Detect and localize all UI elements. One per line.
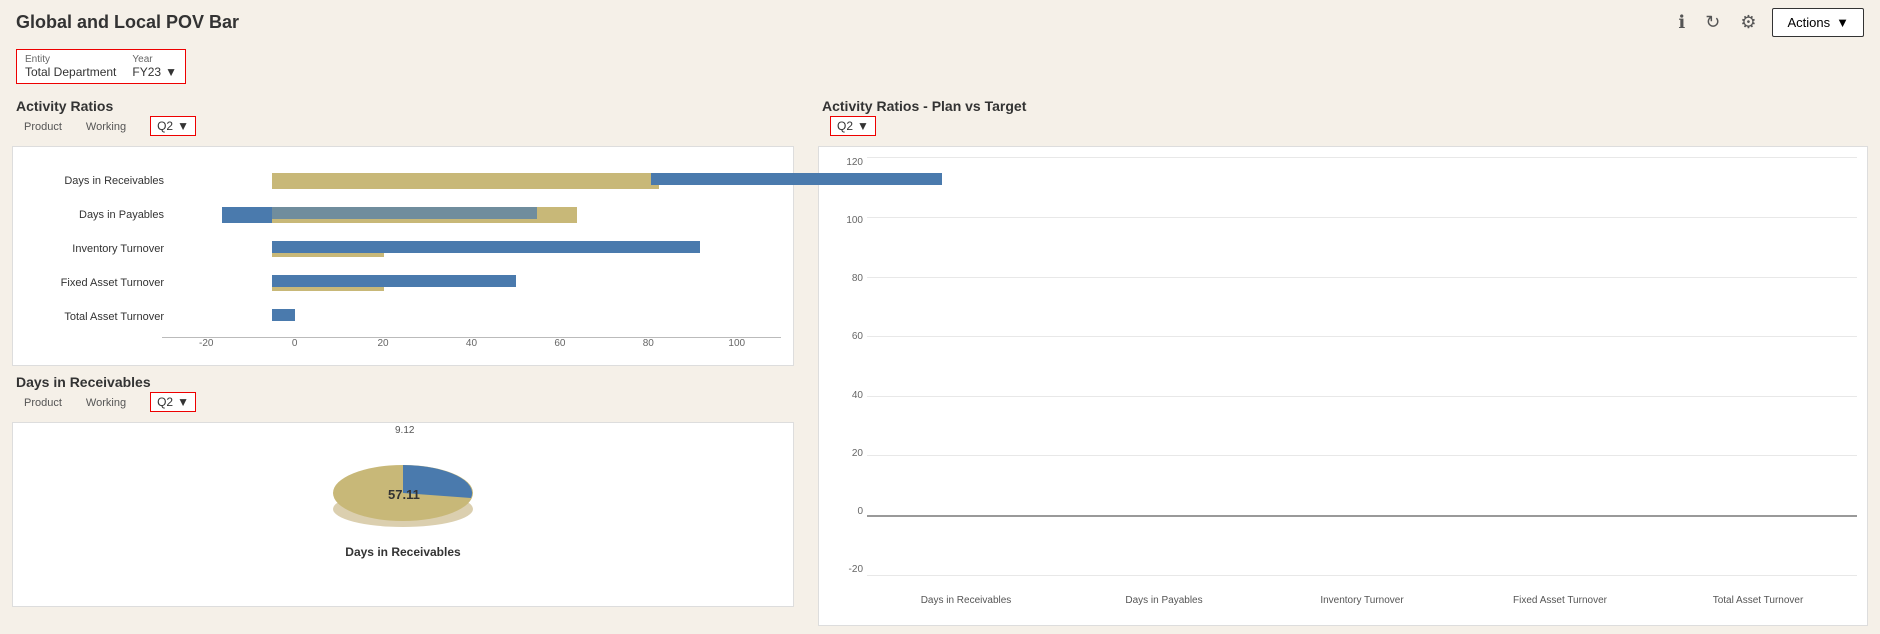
svg-text:57.11: 57.11 — [388, 487, 420, 502]
row-bar-fixed-asset-turnover — [170, 273, 781, 293]
table-row: Fixed Asset Turnover — [25, 267, 781, 299]
y-label: 120 — [846, 157, 863, 168]
row-label-fixed-asset-turnover: Fixed Asset Turnover — [25, 277, 170, 289]
row-label-inventory-turnover: Inventory Turnover — [25, 243, 170, 255]
gridline — [867, 575, 1857, 576]
x-label-total-asset-turnover: Total Asset Turnover — [1669, 595, 1847, 606]
axis-label: 100 — [693, 338, 781, 349]
gridline — [867, 277, 1857, 278]
row-label-days-receivables: Days in Receivables — [25, 175, 170, 187]
row-bar-days-payables — [170, 205, 781, 225]
blue-bar — [651, 173, 942, 185]
year-label: Year — [132, 54, 177, 65]
pie-section: 9.12 57.11 — [17, 431, 789, 569]
pie-chart-title: Days in Receivables — [345, 545, 460, 559]
y-label: 0 — [857, 506, 863, 517]
gridline — [867, 217, 1857, 218]
axis-label: -20 — [162, 338, 250, 349]
blue-bar-neg — [222, 207, 272, 223]
chart-area — [867, 157, 1857, 575]
y-label: 40 — [852, 390, 863, 401]
filter-box: Entity Total Department Year FY23 ▼ — [16, 49, 186, 84]
page-title: Global and Local POV Bar — [16, 12, 239, 33]
gridline — [867, 396, 1857, 397]
x-label-days-payables: Days in Payables — [1075, 595, 1253, 606]
table-row: Days in Receivables — [25, 165, 781, 197]
quarter2-chevron-icon: ▼ — [177, 395, 189, 409]
gridline — [867, 336, 1857, 337]
pie-value1: 9.12 — [395, 425, 414, 436]
entity-value: Total Department — [25, 65, 116, 79]
zero-line — [867, 515, 1857, 517]
activity-ratios-subtitle2: Working — [86, 121, 126, 133]
row-label-total-asset-turnover: Total Asset Turnover — [25, 311, 170, 323]
entity-filter[interactable]: Entity Total Department — [25, 54, 116, 79]
plan-vs-target-chart: 120 100 80 60 40 20 0 -20 — [818, 146, 1868, 626]
year-filter[interactable]: Year FY23 ▼ — [132, 54, 177, 79]
row-bar-inventory-turnover — [170, 239, 781, 259]
activity-ratios-subtitle1: Product — [24, 121, 62, 133]
pvt-quarter-select[interactable]: Q2 ▼ — [830, 116, 876, 136]
x-label-days-receivables: Days in Receivables — [877, 595, 1055, 606]
year-value: FY23 — [132, 65, 161, 79]
right-panel: Activity Ratios - Plan vs Target Q2 ▼ 12… — [798, 92, 1872, 626]
days-receivables-chart: 9.12 57.11 — [12, 422, 794, 607]
chevron-down-icon: ▼ — [1836, 15, 1849, 30]
blue-bar — [272, 207, 537, 219]
activity-ratios-title: Activity Ratios — [16, 98, 798, 114]
table-row: Total Asset Turnover — [25, 301, 781, 333]
days-rec-quarter-select[interactable]: Q2 ▼ — [150, 392, 196, 412]
main-content: Activity Ratios Product Working Q2 ▼ Day… — [0, 92, 1880, 626]
info-icon-button[interactable]: ℹ — [1674, 8, 1689, 37]
activity-ratios-chart: Days in Receivables Days in Payables — [12, 146, 794, 366]
settings-icon-button[interactable]: ⚙ — [1736, 8, 1760, 37]
axis-label: 0 — [250, 338, 338, 349]
actions-button[interactable]: Actions ▼ — [1772, 8, 1864, 37]
activity-ratios-section: Activity Ratios Product Working Q2 ▼ Day… — [8, 98, 798, 366]
blue-bar — [272, 309, 295, 321]
days-rec-subtitle1: Product — [24, 397, 62, 409]
top-icons: ℹ ↻ ⚙ Actions ▼ — [1674, 8, 1864, 37]
gridline — [867, 157, 1857, 158]
year-chevron-icon: ▼ — [165, 65, 177, 79]
activity-ratios-quarter-select[interactable]: Q2 ▼ — [150, 116, 196, 136]
y-axis: 120 100 80 60 40 20 0 -20 — [819, 157, 867, 575]
axis-label: 20 — [339, 338, 427, 349]
left-panel: Activity Ratios Product Working Q2 ▼ Day… — [8, 92, 798, 626]
x-label-fixed-asset-turnover: Fixed Asset Turnover — [1471, 595, 1649, 606]
y-label: -20 — [849, 564, 863, 575]
table-row: Days in Payables — [25, 199, 781, 231]
refresh-icon-button[interactable]: ↻ — [1701, 8, 1724, 37]
axis-label: 40 — [427, 338, 515, 349]
y-label: 80 — [852, 273, 863, 284]
row-bar-days-receivables — [170, 171, 781, 191]
row-bar-total-asset-turnover — [170, 307, 781, 327]
table-row: Inventory Turnover — [25, 233, 781, 265]
quarter-chevron-icon: ▼ — [177, 119, 189, 133]
x-axis: Days in Receivables Days in Payables Inv… — [867, 579, 1857, 621]
y-label: 60 — [852, 331, 863, 342]
row-label-days-payables: Days in Payables — [25, 209, 170, 221]
days-rec-subtitle2: Working — [86, 397, 126, 409]
blue-bar — [272, 241, 700, 253]
days-receivables-title: Days in Receivables — [16, 374, 798, 390]
tan-bar — [272, 173, 659, 189]
x-label-inventory-turnover: Inventory Turnover — [1273, 595, 1451, 606]
days-receivables-section: Days in Receivables Product Working Q2 ▼… — [8, 374, 798, 607]
blue-bar — [272, 275, 516, 287]
pvt-chevron-icon: ▼ — [857, 119, 869, 133]
y-label: 20 — [852, 448, 863, 459]
axis-label: 80 — [604, 338, 692, 349]
entity-label: Entity — [25, 54, 116, 65]
pie-chart-svg: 57.11 — [323, 441, 483, 531]
top-bar: Global and Local POV Bar ℹ ↻ ⚙ Actions ▼ — [0, 0, 1880, 45]
axis-label: 60 — [516, 338, 604, 349]
plan-vs-target-title: Activity Ratios - Plan vs Target — [822, 98, 1872, 114]
gridline — [867, 455, 1857, 456]
y-label: 100 — [846, 215, 863, 226]
